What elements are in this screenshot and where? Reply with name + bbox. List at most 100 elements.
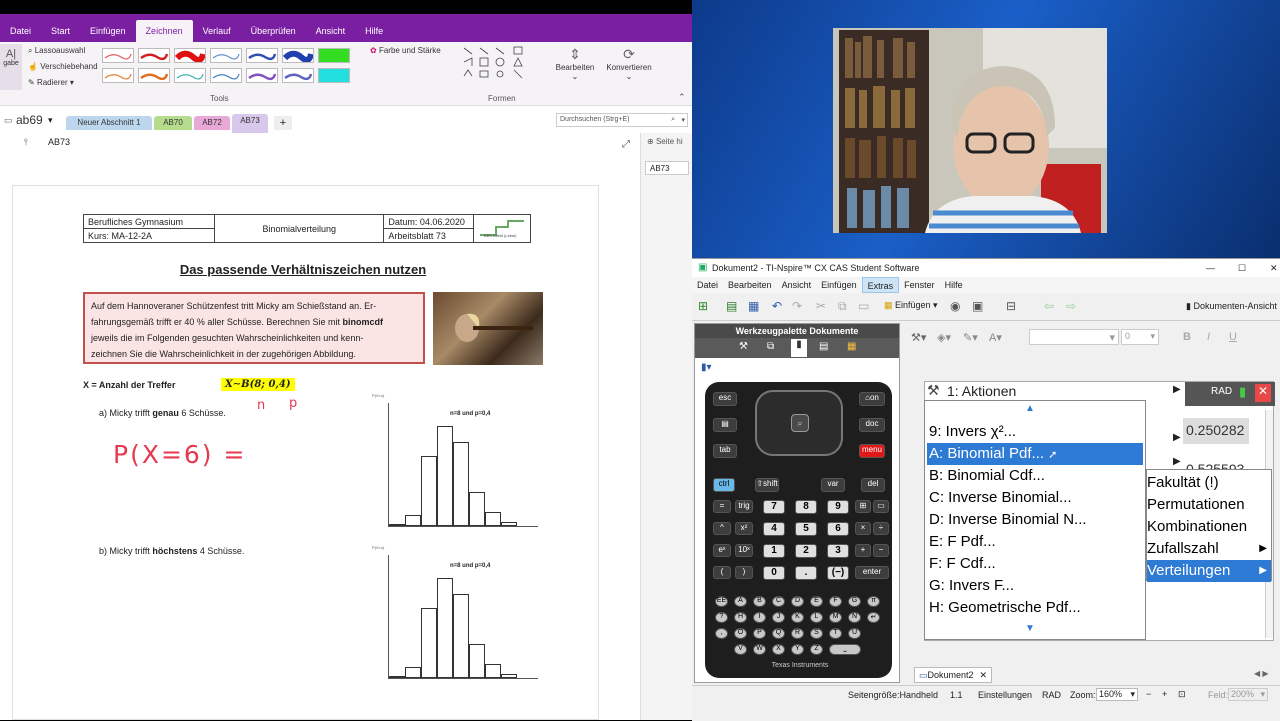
cut-icon[interactable]: ✂: [816, 299, 826, 313]
ti-menu-hilfe[interactable]: Hilfe: [940, 277, 968, 293]
catalog-key[interactable]: ▭: [873, 500, 889, 513]
menu-item-binomial-pdf[interactable]: A: Binomial Pdf... ➚: [927, 443, 1143, 465]
key-v[interactable]: V: [734, 644, 747, 655]
scroll-up-icon[interactable]: ▲: [1025, 403, 1035, 414]
layout-icon[interactable]: ⊟: [1006, 299, 1016, 313]
document-tab[interactable]: ▭Dokument2 ✕: [914, 667, 992, 683]
key-p[interactable]: P: [753, 628, 766, 639]
key-c[interactable]: C: [772, 596, 785, 607]
bold-button[interactable]: B: [1183, 331, 1191, 343]
pen-12[interactable]: [246, 68, 278, 83]
convert-button[interactable]: ⟳ Konvertieren ⌄: [604, 46, 654, 81]
section-tab-ab72[interactable]: AB72: [194, 116, 230, 130]
key-3[interactable]: 3: [827, 544, 849, 558]
key-1[interactable]: 1: [763, 544, 785, 558]
key-u[interactable]: U: [848, 628, 861, 639]
ti-menu-fenster[interactable]: Fenster: [899, 277, 940, 293]
key-h[interactable]: H: [734, 612, 747, 623]
touchpad[interactable]: ⌕: [755, 390, 843, 456]
library-tab-icon[interactable]: ▤: [819, 341, 828, 352]
document-view-button[interactable]: ▮ Dokumenten-Ansicht: [1186, 301, 1277, 312]
handheld-select-icon[interactable]: ▮▾: [701, 362, 712, 373]
font-size-select[interactable]: 0 ▾: [1121, 329, 1159, 345]
scroll-down-icon[interactable]: ▼: [1025, 623, 1035, 634]
del-key[interactable]: del: [861, 478, 885, 492]
divide-key[interactable]: ÷: [873, 522, 889, 535]
key-4[interactable]: 4: [763, 522, 785, 536]
insert-button[interactable]: ▦ Einfügen ▾: [884, 300, 938, 311]
key-b[interactable]: B: [753, 596, 766, 607]
menu-item-invers-chi2[interactable]: 9: Invers χ²...: [927, 421, 1143, 443]
add-section-button[interactable]: +: [274, 116, 292, 130]
equals-key[interactable]: =: [713, 500, 731, 513]
key-0[interactable]: 0: [763, 566, 785, 580]
templates-key[interactable]: ⊞: [855, 500, 871, 513]
home-on-key[interactable]: ⌂on: [859, 392, 885, 406]
italic-button[interactable]: I: [1207, 331, 1210, 343]
pen-10[interactable]: [174, 68, 206, 83]
negative-key[interactable]: (−): [827, 566, 849, 580]
doc-key[interactable]: doc: [859, 418, 885, 432]
tab-scroll-icon[interactable]: ◀ ▶: [1254, 669, 1269, 678]
line-color-icon[interactable]: ✎▾: [963, 331, 978, 344]
notebook-chevron-icon[interactable]: ▾: [48, 115, 53, 126]
text-color-icon[interactable]: A▾: [989, 331, 1002, 344]
history-value-1[interactable]: 0.250282: [1183, 418, 1249, 444]
move-hand-button[interactable]: ☝ Verschiebehand: [28, 62, 98, 71]
key-k[interactable]: K: [791, 612, 804, 623]
pen-14[interactable]: [318, 68, 350, 83]
key-ee[interactable]: EE: [715, 596, 728, 607]
font-select[interactable]: ▾: [1029, 329, 1119, 345]
ti-menu-einfuegen[interactable]: Einfügen: [816, 277, 862, 293]
key-5[interactable]: 5: [795, 522, 817, 536]
key-e[interactable]: E: [810, 596, 823, 607]
menu-item-binomial-cdf[interactable]: B: Binomial Cdf...: [927, 465, 1143, 487]
menu-hilfe[interactable]: Hilfe: [355, 16, 393, 42]
close-page-icon[interactable]: ✕: [1255, 384, 1271, 402]
shapes-gallery[interactable]: [458, 44, 546, 84]
aktionen-label[interactable]: 1: Aktionen: [947, 383, 1016, 399]
notebook-name[interactable]: ab69: [16, 113, 43, 127]
pen-2[interactable]: [138, 48, 170, 63]
fit-select[interactable]: 200% ▾: [1228, 688, 1268, 701]
menu-ueberpruefen[interactable]: Überprüfen: [241, 16, 306, 42]
menu-item-inverse-binomial[interactable]: C: Inverse Binomial...: [927, 487, 1143, 509]
var-key[interactable]: var: [821, 478, 845, 492]
menu-item-geometrische-pdf[interactable]: H: Geometrische Pdf...: [927, 597, 1143, 619]
emulator-tab-icon[interactable]: ▮: [791, 339, 807, 357]
key-o[interactable]: O: [734, 628, 747, 639]
collapse-ribbon-icon[interactable]: ⌃: [678, 92, 686, 103]
menu-einfuegen[interactable]: Einfügen: [80, 16, 136, 42]
edit-button[interactable]: ⇕ Bearbeiten ⌄: [555, 46, 595, 81]
key-l[interactable]: L: [810, 612, 823, 623]
type-text-button[interactable]: A| gabe: [0, 44, 22, 90]
settings-status[interactable]: Einstellungen: [978, 690, 1032, 700]
undo-icon[interactable]: ↶: [772, 299, 782, 313]
key-r[interactable]: R: [791, 628, 804, 639]
key-f[interactable]: F: [829, 596, 842, 607]
underline-button[interactable]: U: [1229, 331, 1237, 343]
submenu-item-permutationen[interactable]: Permutationen: [1147, 494, 1271, 516]
page-title[interactable]: AB73: [48, 137, 70, 147]
menu-item-inverse-binomial-n[interactable]: D: Inverse Binomial N...: [927, 509, 1143, 531]
key-9[interactable]: 9: [827, 500, 849, 514]
multiply-key[interactable]: ×: [855, 522, 871, 535]
key-7[interactable]: 7: [763, 500, 785, 514]
section-tab-neuer-abschnitt[interactable]: Neuer Abschnitt 1: [66, 116, 152, 130]
screenshot-icon[interactable]: ◉: [950, 299, 960, 313]
ti-menu-bearbeiten[interactable]: Bearbeiten: [723, 277, 777, 293]
next-page-icon[interactable]: ⇨: [1066, 299, 1076, 313]
page-list-item-ab73[interactable]: AB73: [645, 161, 689, 175]
eraser-button[interactable]: ✎ Radierer ▾: [28, 78, 74, 87]
plus-key[interactable]: +: [855, 544, 871, 557]
tab-key[interactable]: tab: [713, 444, 737, 458]
color-thickness-button[interactable]: ✿ Farbe und Stärke: [370, 46, 441, 55]
key-d[interactable]: D: [791, 596, 804, 607]
shift-key[interactable]: ⇧shift: [755, 478, 779, 492]
minus-key[interactable]: −: [873, 544, 889, 557]
lasso-button[interactable]: ⌕ Lassoauswahl: [28, 46, 85, 56]
menu-item-f-pdf[interactable]: E: F Pdf...: [927, 531, 1143, 553]
explorer-tab-icon[interactable]: ▦: [847, 341, 856, 352]
submenu-item-kombinationen[interactable]: Kombinationen: [1147, 516, 1271, 538]
key-8[interactable]: 8: [795, 500, 817, 514]
